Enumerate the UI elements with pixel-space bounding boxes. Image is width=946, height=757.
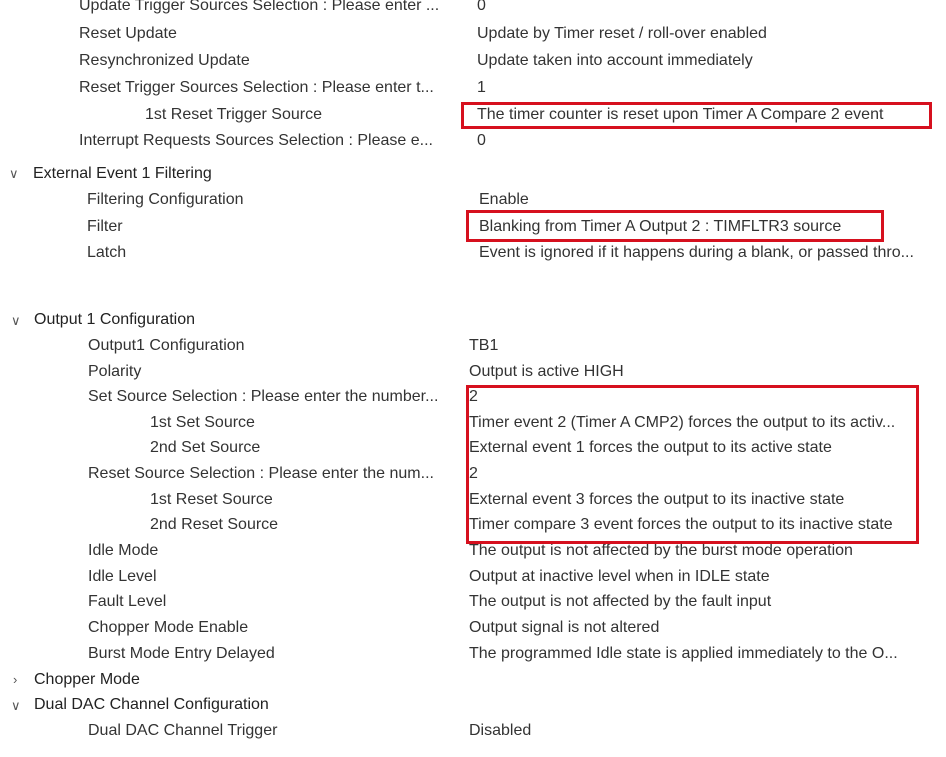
param-value[interactable]: 0	[477, 0, 486, 16]
param-label: Filter	[87, 218, 123, 235]
chevron-down-icon[interactable]: ∨	[9, 164, 19, 184]
param-label: Resynchronized Update	[79, 52, 250, 69]
param-label: Idle Mode	[88, 542, 159, 559]
param-value[interactable]: The output is not affected by the fault …	[469, 592, 771, 612]
param-value[interactable]: Disabled	[469, 721, 531, 741]
param-value[interactable]: Event is ignored if it happens during a …	[479, 243, 914, 263]
param-value[interactable]: The programmed Idle state is applied imm…	[469, 644, 898, 664]
param-label: Interrupt Requests Sources Selection : P…	[79, 132, 433, 149]
param-label: Idle Level	[88, 568, 157, 585]
param-label: 1st Reset Source	[150, 491, 273, 508]
param-value[interactable]: Output at inactive level when in IDLE st…	[469, 567, 770, 587]
param-label: Latch	[87, 244, 127, 261]
param-label: Polarity	[88, 363, 142, 380]
highlight-box	[461, 102, 932, 129]
param-label: Chopper Mode Enable	[88, 619, 249, 636]
param-value[interactable]: The output is not affected by the burst …	[469, 541, 853, 561]
param-label: Reset Source Selection : Please enter th…	[88, 465, 434, 482]
param-value[interactable]: Output signal is not altered	[469, 618, 659, 638]
section-header[interactable]: External Event 1 Filtering	[33, 164, 212, 184]
param-value[interactable]: 1	[477, 78, 486, 98]
param-label: 1st Set Source	[150, 414, 255, 431]
param-label: Reset Trigger Sources Selection : Please…	[79, 79, 434, 96]
param-value[interactable]: Output is active HIGH	[469, 362, 624, 382]
param-label: 2nd Reset Source	[150, 516, 279, 533]
param-label: Dual DAC Channel Trigger	[88, 722, 278, 739]
param-label: Reset Update	[79, 25, 177, 42]
section-header[interactable]: Dual DAC Channel Configuration	[34, 695, 269, 715]
param-label: Fault Level	[88, 593, 167, 610]
param-label: Set Source Selection : Please enter the …	[88, 388, 439, 405]
param-label: Output1 Configuration	[88, 337, 245, 354]
chevron-right-icon[interactable]: ›	[13, 670, 17, 690]
section-header[interactable]: Chopper Mode	[34, 670, 140, 690]
param-label: 1st Reset Trigger Source	[145, 106, 322, 123]
param-value[interactable]: Update taken into account immediately	[477, 51, 753, 71]
section-header[interactable]: Output 1 Configuration	[34, 310, 195, 330]
param-label: Update Trigger Sources Selection : Pleas…	[79, 0, 440, 14]
param-value[interactable]: Update by Timer reset / roll-over enable…	[477, 24, 767, 44]
param-label: Filtering Configuration	[87, 191, 244, 208]
highlight-box	[466, 385, 919, 544]
param-value[interactable]: Enable	[479, 190, 529, 210]
highlight-box	[466, 210, 884, 242]
param-value[interactable]: 0	[477, 131, 486, 151]
chevron-down-icon[interactable]: ∨	[11, 696, 21, 716]
param-value[interactable]: TB1	[469, 336, 498, 356]
param-label: Burst Mode Entry Delayed	[88, 645, 275, 662]
chevron-down-icon[interactable]: ∨	[11, 311, 21, 331]
param-label: 2nd Set Source	[150, 439, 261, 456]
